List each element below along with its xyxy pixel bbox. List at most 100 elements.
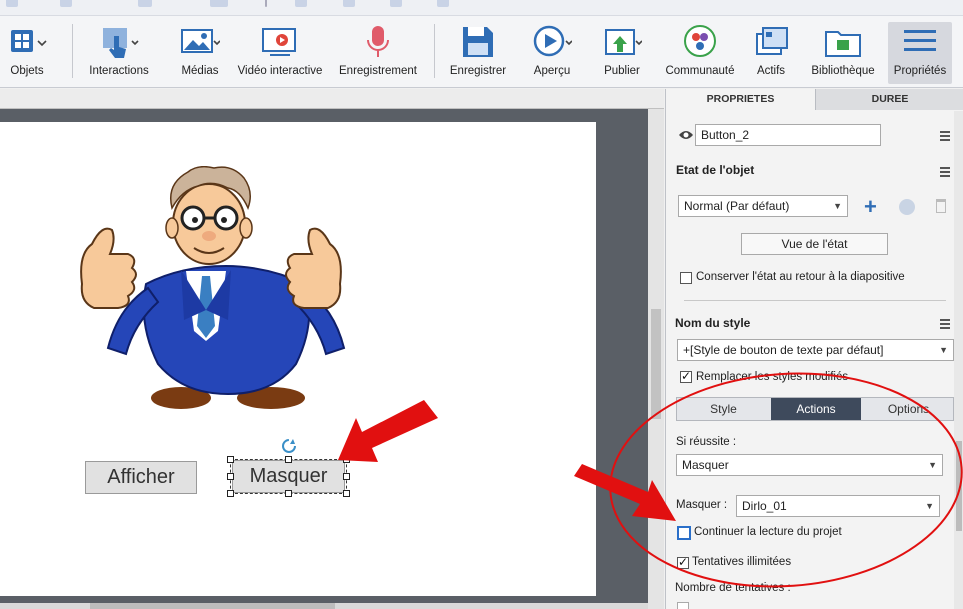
section-divider [684,300,946,301]
panel-tabs: PROPRIETES DUREE [666,89,963,110]
style-name-heading: Nom du style [675,316,751,330]
state-dropdown-value: Normal (Par défaut) [684,199,790,213]
resize-handle[interactable] [227,456,234,463]
toolbar-media-button[interactable]: Médias [167,22,233,84]
resize-handle[interactable] [343,473,350,480]
toolbar-library-button[interactable]: Bibliothèque [806,22,880,84]
toolbar-properties-button[interactable]: Propriétés [888,22,952,84]
tab-properties[interactable]: PROPRIETES [666,89,815,110]
panel-menu-icon[interactable] [934,131,950,143]
unlimited-attempts-label: Tentatives illimitées [692,556,792,568]
library-folder-icon [823,24,863,60]
toolbar-preview-label: Aperçu [533,65,571,77]
resize-handle[interactable] [285,456,292,463]
segment-options[interactable]: Options [862,398,955,420]
segment-actions[interactable]: Actions [771,398,861,420]
style-menu-icon[interactable] [934,319,950,331]
resize-handle[interactable] [285,490,292,497]
play-preview-icon [532,24,572,60]
continue-project-checkbox[interactable] [677,526,691,540]
assets-icon [751,24,791,60]
hide-target-label: Masquer : [676,499,728,511]
resize-handle[interactable] [227,490,234,497]
properties-list-icon [900,24,940,60]
professor-thumbs-up-image[interactable] [76,166,346,416]
toolbar-community-label: Communauté [665,65,735,77]
stage-header-bar [0,89,664,109]
on-success-label: Si réussite : [676,436,737,448]
image-icon [180,24,220,60]
on-success-value: Masquer [682,458,729,472]
toolbar-interactive-video-label: Vidéo interactive [237,65,323,77]
tab-duration[interactable]: DUREE [815,89,963,110]
toolbar-recording-label: Enregistrement [339,65,417,77]
selection-frame [230,459,347,494]
state-menu-icon[interactable] [934,167,950,179]
add-state-icon[interactable]: + [864,196,877,218]
main-toolbar: Objets Interactions Médias Vidéo interac… [0,16,963,88]
publish-icon [602,24,642,60]
resize-handle[interactable] [227,473,234,480]
hide-target-dropdown[interactable]: Dirlo_01 ▼ [736,495,940,517]
unlimited-attempts-checkbox[interactable] [677,555,689,569]
rotate-handle-icon[interactable] [280,437,298,455]
save-disk-icon [458,24,498,60]
stage-area: Afficher Masquer [0,89,664,609]
toolbar-interactions-label: Interactions [89,65,149,77]
stage-vertical-scrollbar[interactable] [648,109,664,609]
hide-target-value: Dirlo_01 [742,499,787,513]
toolbar-assets-label: Actifs [756,65,786,77]
toolbar-preview-button[interactable]: Aperçu [524,22,580,84]
toolbar-publish-label: Publier [604,65,640,77]
captivate-window: Objets Interactions Médias Vidéo interac… [0,0,963,609]
style-actions-options-segmented: Style Actions Options [676,397,954,421]
toolbar-save-button[interactable]: Enregistrer [444,22,512,84]
toolbar-divider [434,24,435,78]
chevron-down-icon: ▼ [939,345,948,355]
visibility-eye-icon[interactable] [678,129,694,141]
toolbar-properties-label: Propriétés [893,65,947,77]
toolbar-recording-button[interactable]: Enregistrement [335,22,421,84]
toolbar-media-label: Médias [181,65,219,77]
continue-project-label: Continuer la lecture du projet [694,526,842,538]
toolbar-save-label: Enregistrer [449,65,507,77]
attempts-count-label: Nombre de tentatives : [675,582,791,594]
toolbar-publish-button[interactable]: Publier [594,22,650,84]
toolbar-objects-button[interactable]: Objets [2,22,52,84]
hand-pointer-icon [99,24,139,60]
delete-state-icon[interactable] [936,199,946,213]
style-dropdown[interactable]: +[Style de bouton de texte par défaut] ▼ [677,339,954,361]
on-success-dropdown[interactable]: Masquer ▼ [676,454,943,476]
community-icon [680,24,720,60]
panel-scrollbar[interactable] [954,111,963,609]
toolbar-objects-label: Objets [10,65,44,77]
chevron-down-icon: ▼ [928,460,937,470]
toolbar-interactive-video-button[interactable]: Vidéo interactive [235,22,325,84]
chevron-down-icon: ▼ [925,501,934,511]
interactive-video-icon [260,24,300,60]
style-dropdown-value: +[Style de bouton de texte par défaut] [683,343,884,357]
state-dropdown[interactable]: Normal (Par défaut) ▼ [678,195,848,217]
toolbar-assets-button[interactable]: Actifs [746,22,796,84]
toolbar-interactions-button[interactable]: Interactions [84,22,154,84]
replace-styles-label: Remplacer les styles modifiés [696,371,849,383]
object-name-input[interactable]: Button_2 [695,124,881,146]
segment-style[interactable]: Style [677,398,770,420]
top-strip [0,0,963,16]
show-button[interactable]: Afficher [85,461,197,494]
slide-canvas[interactable]: Afficher Masquer [0,122,596,596]
state-view-button[interactable]: Vue de l'état [741,233,888,255]
resize-handle[interactable] [343,456,350,463]
chevron-down-icon: ▼ [833,201,842,211]
toolbar-community-button[interactable]: Communauté [664,22,736,84]
replace-styles-checkbox[interactable] [680,369,692,383]
object-state-heading: Etat de l'objet [676,163,755,177]
stage-horizontal-scrollbar[interactable] [0,603,648,609]
resize-handle[interactable] [343,490,350,497]
microphone-icon [358,24,398,60]
next-checkbox[interactable] [677,602,689,609]
reset-state-icon[interactable] [899,199,915,215]
keep-state-checkbox[interactable] [680,272,692,284]
properties-panel: PROPRIETES DUREE Button_2 Etat de l'obje… [665,89,963,609]
keep-state-label: Conserver l'état au retour à la diaposit… [696,271,905,283]
